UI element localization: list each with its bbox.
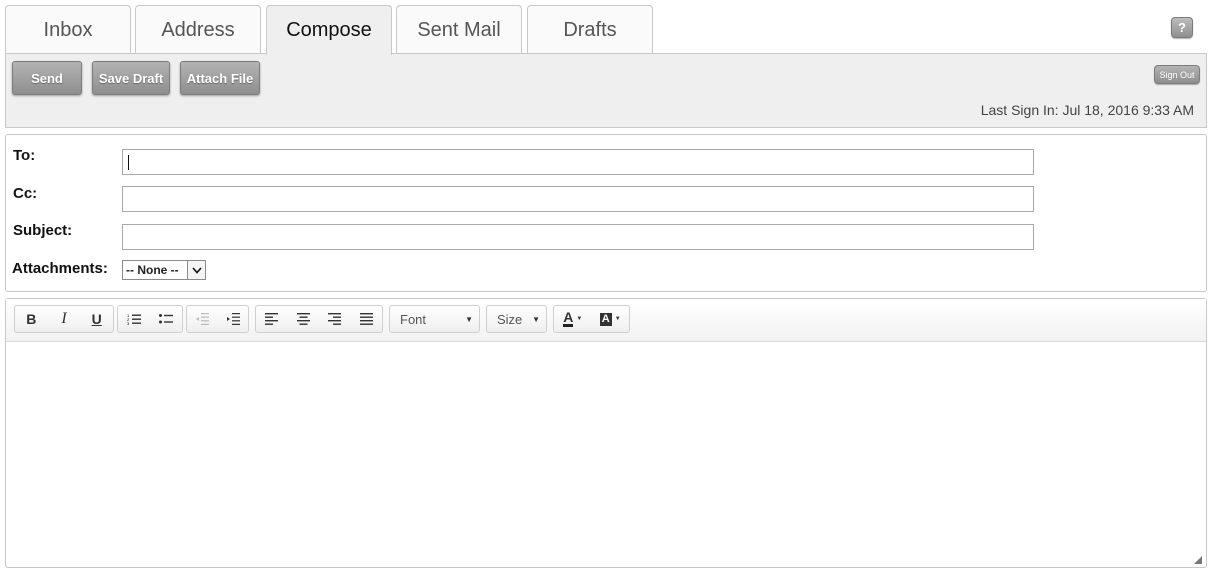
align-center-icon[interactable] [288,306,320,332]
attachments-label: Attachments: [12,260,108,277]
cc-field[interactable] [122,186,1034,212]
list-group: 123 [117,305,183,333]
justify-icon[interactable] [351,306,383,332]
subject-field[interactable] [122,224,1034,250]
align-left-icon[interactable] [256,306,288,332]
text-style-group: B I U [14,305,114,333]
send-button[interactable]: Send [12,61,82,95]
message-header-form: To: Cc: Subject: Attachments: -- None -- [5,134,1207,292]
text-cursor [128,155,129,170]
caret-down-icon: ▼ [465,314,473,324]
outdent-icon[interactable] [187,306,218,332]
size-dropdown[interactable]: Size ▼ [486,305,547,333]
underline-icon[interactable]: U [80,306,113,332]
help-button[interactable]: ? [1171,17,1193,38]
editor-toolbar: B I U 123 Font ▼ Size ▼ A ▼ A ▼ [6,299,1206,342]
sign-out-button[interactable]: Sign Out [1154,65,1200,84]
cc-label: Cc: [13,185,38,202]
attachments-select[interactable]: -- None -- [122,260,206,280]
attachments-selected: -- None -- [126,263,179,277]
italic-icon[interactable]: I [48,306,81,332]
ordered-list-icon[interactable]: 123 [118,306,150,332]
tab-inbox[interactable]: Inbox [5,5,131,54]
chevron-down-icon [187,261,205,279]
tab-drafts[interactable]: Drafts [527,5,653,54]
compose-toolbar: Send Save Draft Attach File Sign Out Las… [5,53,1207,128]
to-field[interactable] [122,149,1034,175]
to-label: To: [13,147,36,164]
bold-icon[interactable]: B [15,306,48,332]
svg-text:3: 3 [127,321,130,325]
save-draft-button[interactable]: Save Draft [92,61,170,95]
tab-address[interactable]: Address [135,5,261,54]
indent-icon[interactable] [218,306,249,332]
alignment-group [255,305,383,333]
color-group: A ▼ A ▼ [553,305,630,333]
indent-group [186,305,249,333]
resize-handle-icon[interactable] [1194,556,1202,564]
last-sign-in-text: Last Sign In: Jul 18, 2016 9:33 AM [980,102,1194,118]
background-color-icon[interactable]: A ▼ [592,306,630,332]
font-dropdown[interactable]: Font ▼ [389,305,480,333]
align-right-icon[interactable] [319,306,351,332]
subject-label: Subject: [13,222,73,239]
bullet-list-icon[interactable] [150,306,182,332]
caret-down-icon: ▼ [532,314,540,324]
attach-file-button[interactable]: Attach File [180,61,260,95]
text-color-icon[interactable]: A ▼ [554,306,592,332]
font-dropdown-label: Font [400,311,427,327]
size-dropdown-label: Size [497,311,523,327]
tab-sent-mail[interactable]: Sent Mail [396,5,522,54]
editor-body[interactable] [6,342,1206,567]
tab-compose[interactable]: Compose [266,5,392,55]
message-editor: B I U 123 Font ▼ Size ▼ A ▼ A ▼ [5,298,1207,568]
